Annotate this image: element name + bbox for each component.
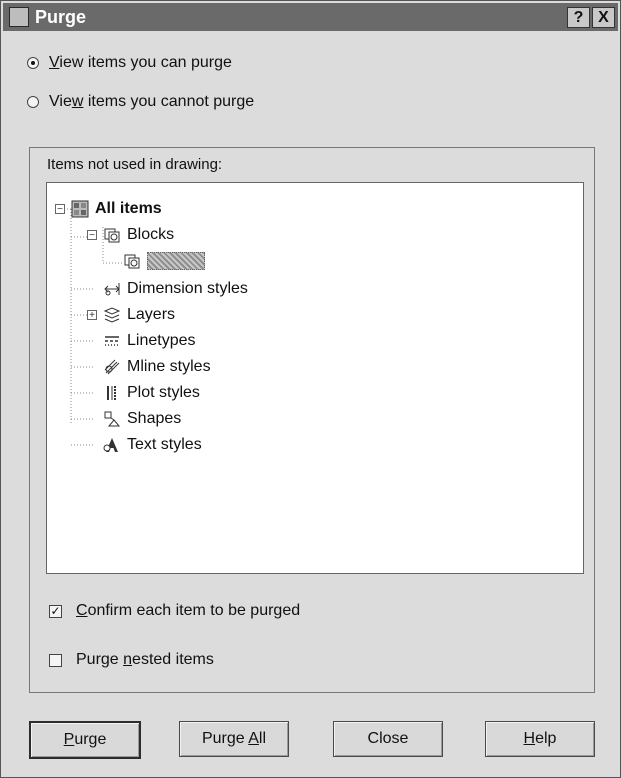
help-button[interactable]: Help bbox=[485, 721, 595, 757]
tree-node-shapes[interactable]: Shapes bbox=[103, 406, 181, 432]
purge-all-button[interactable]: Purge All bbox=[179, 721, 289, 757]
checkbox-label: Purge nested items bbox=[76, 651, 214, 668]
collapse-icon[interactable]: − bbox=[87, 230, 97, 241]
tree-node-block-selected[interactable] bbox=[123, 248, 205, 274]
tree-node-label: Mline styles bbox=[127, 358, 211, 375]
radio-view-purgeable[interactable]: View items you can purge bbox=[27, 54, 232, 72]
tree-node-label: Shapes bbox=[127, 410, 182, 427]
app-icon bbox=[9, 7, 29, 27]
purge-button[interactable]: Purge bbox=[29, 721, 141, 759]
tree-node-dimension-styles[interactable]: Dimension styles bbox=[103, 276, 248, 302]
all-items-icon bbox=[71, 200, 89, 218]
tree-node-label: Linetypes bbox=[127, 332, 196, 349]
purge-nested-checkbox[interactable]: Purge nested items bbox=[49, 651, 214, 669]
tree-node-label: Blocks bbox=[127, 226, 175, 243]
dimension-styles-icon bbox=[104, 283, 120, 296]
purge-dialog: Purge ? X View items you can purge View … bbox=[0, 0, 621, 778]
help-title-button[interactable]: ? bbox=[567, 7, 590, 28]
blocks-icon bbox=[104, 228, 120, 243]
tree-node-all-items[interactable]: − All items bbox=[55, 196, 162, 222]
items-group-box: Items not used in drawing: − All items −… bbox=[29, 147, 595, 693]
items-tree[interactable]: − All items − Blocks Dimension styles + … bbox=[46, 182, 584, 574]
group-label: Items not used in drawing: bbox=[47, 156, 223, 173]
tree-node-blocks[interactable]: − Blocks bbox=[87, 222, 174, 248]
collapse-icon[interactable]: − bbox=[55, 204, 65, 215]
mline-styles-icon bbox=[104, 359, 120, 375]
plot-styles-icon bbox=[107, 386, 116, 400]
radio-label: View items you can purge bbox=[49, 54, 232, 71]
radio-view-non-purgeable[interactable]: View items you cannot purge bbox=[27, 93, 254, 111]
radio-indicator[interactable] bbox=[27, 96, 39, 108]
radio-indicator[interactable] bbox=[27, 57, 39, 69]
tree-node-text-styles[interactable]: Text styles bbox=[103, 432, 202, 458]
tree-node-label: Text styles bbox=[127, 436, 202, 453]
checkbox-box[interactable] bbox=[49, 653, 62, 667]
radio-label: View items you cannot purge bbox=[49, 93, 255, 110]
linetypes-icon bbox=[105, 336, 119, 346]
tree-node-label: Layers bbox=[127, 306, 176, 323]
block-icon bbox=[124, 254, 140, 269]
text-styles-icon bbox=[103, 438, 118, 452]
checkbox-box[interactable]: ✓ bbox=[49, 604, 62, 618]
tree-node-mline-styles[interactable]: Mline styles bbox=[103, 354, 211, 380]
tree-node-plot-styles[interactable]: Plot styles bbox=[103, 380, 200, 406]
tree-node-linetypes[interactable]: Linetypes bbox=[103, 328, 196, 354]
tree-node-label: Plot styles bbox=[127, 384, 200, 401]
close-title-button[interactable]: X bbox=[592, 7, 615, 28]
dialog-title: Purge bbox=[35, 6, 87, 27]
tree-node-label: Dimension styles bbox=[127, 280, 248, 297]
tree-node-layers[interactable]: + Layers bbox=[87, 302, 175, 328]
button-bar: Purge Purge All Close Help bbox=[29, 721, 595, 763]
checkbox-label: Confirm each item to be purged bbox=[76, 602, 301, 619]
close-button[interactable]: Close bbox=[333, 721, 443, 757]
confirm-purge-checkbox[interactable]: ✓ Confirm each item to be purged bbox=[49, 602, 300, 620]
expand-icon[interactable]: + bbox=[87, 310, 97, 321]
shapes-icon bbox=[104, 411, 121, 427]
layers-icon bbox=[103, 307, 121, 323]
tree-node-label: All items bbox=[95, 200, 162, 217]
title-bar: Purge ? X bbox=[3, 3, 618, 31]
selected-item-highlight[interactable] bbox=[147, 252, 205, 270]
